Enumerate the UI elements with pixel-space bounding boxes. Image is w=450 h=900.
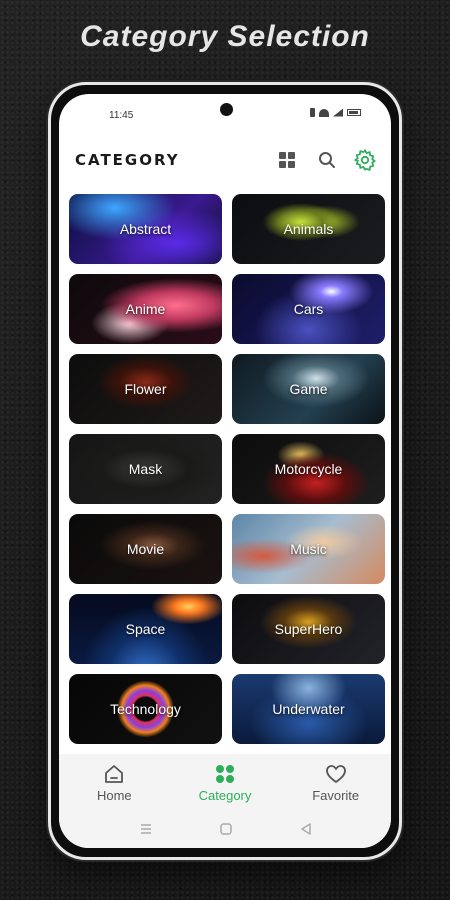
category-card-anime[interactable]: Anime bbox=[69, 274, 222, 344]
app-header: CATEGORY bbox=[59, 142, 391, 182]
phone-screen: 11:45 CATEGORY Abstract Animals Anime Ca… bbox=[59, 94, 391, 848]
settings-gear-icon[interactable] bbox=[353, 148, 377, 172]
category-label: Music bbox=[290, 541, 327, 557]
page-title: CATEGORY bbox=[75, 151, 180, 169]
status-icons bbox=[310, 108, 361, 117]
category-label: Animals bbox=[283, 221, 334, 237]
grid-view-icon[interactable] bbox=[275, 148, 299, 172]
promo-headline: Category Selection bbox=[80, 20, 370, 53]
status-bar: 11:45 bbox=[59, 94, 391, 130]
category-card-abstract[interactable]: Abstract bbox=[69, 194, 222, 264]
category-grid: Abstract Animals Anime Cars Flower Game Mask Mo… bbox=[69, 194, 385, 744]
nav-label-home: Home bbox=[96, 788, 132, 803]
phone-frame: 11:45 CATEGORY Abstract Animals Anime Ca… bbox=[48, 82, 402, 860]
heart-icon bbox=[325, 763, 347, 785]
system-home-icon[interactable] bbox=[219, 822, 233, 836]
nav-label-favorite: Favorite bbox=[312, 788, 360, 803]
system-navigation-bar bbox=[59, 812, 391, 848]
category-label: Space bbox=[125, 621, 166, 637]
category-card-cars[interactable]: Cars bbox=[232, 274, 385, 344]
category-card-flower[interactable]: Flower bbox=[69, 354, 222, 424]
battery-icon bbox=[347, 109, 361, 116]
system-back-icon[interactable] bbox=[299, 822, 313, 836]
category-card-animals[interactable]: Animals bbox=[232, 194, 385, 264]
bluetooth-icon bbox=[310, 108, 315, 117]
category-label: Cars bbox=[293, 301, 324, 317]
nav-item-category[interactable]: Category bbox=[170, 754, 281, 812]
category-card-game[interactable]: Game bbox=[232, 354, 385, 424]
category-label: Underwater bbox=[272, 701, 345, 717]
search-icon[interactable] bbox=[315, 148, 339, 172]
nav-item-home[interactable]: Home bbox=[59, 754, 170, 812]
category-label: Flower bbox=[124, 381, 167, 397]
front-camera bbox=[220, 103, 233, 116]
category-label: Abstract bbox=[119, 221, 172, 237]
signal-icon bbox=[333, 108, 343, 117]
nav-label-category: Category bbox=[198, 788, 252, 803]
category-card-superhero[interactable]: SuperHero bbox=[232, 594, 385, 664]
category-card-movie[interactable]: Movie bbox=[69, 514, 222, 584]
nav-item-favorite[interactable]: Favorite bbox=[280, 754, 391, 812]
bottom-navigation: Home Category Favorite bbox=[59, 754, 391, 812]
category-card-space[interactable]: Space bbox=[69, 594, 222, 664]
category-label: Anime bbox=[125, 301, 166, 317]
category-label: SuperHero bbox=[274, 621, 343, 637]
category-card-motorcycle[interactable]: Motorcycle bbox=[232, 434, 385, 504]
category-label: Movie bbox=[126, 541, 165, 557]
status-time: 11:45 bbox=[109, 110, 134, 121]
category-card-mask[interactable]: Mask bbox=[69, 434, 222, 504]
category-label: Motorcycle bbox=[274, 461, 343, 477]
recent-apps-icon[interactable] bbox=[139, 822, 153, 836]
category-label: Mask bbox=[128, 461, 163, 477]
category-card-technology[interactable]: Technology bbox=[69, 674, 222, 744]
home-icon bbox=[103, 763, 125, 785]
wifi-icon bbox=[319, 108, 329, 117]
category-card-music[interactable]: Music bbox=[232, 514, 385, 584]
category-grid-icon bbox=[214, 763, 236, 785]
category-card-underwater[interactable]: Underwater bbox=[232, 674, 385, 744]
category-label: Technology bbox=[110, 701, 181, 717]
category-label: Game bbox=[289, 381, 328, 397]
